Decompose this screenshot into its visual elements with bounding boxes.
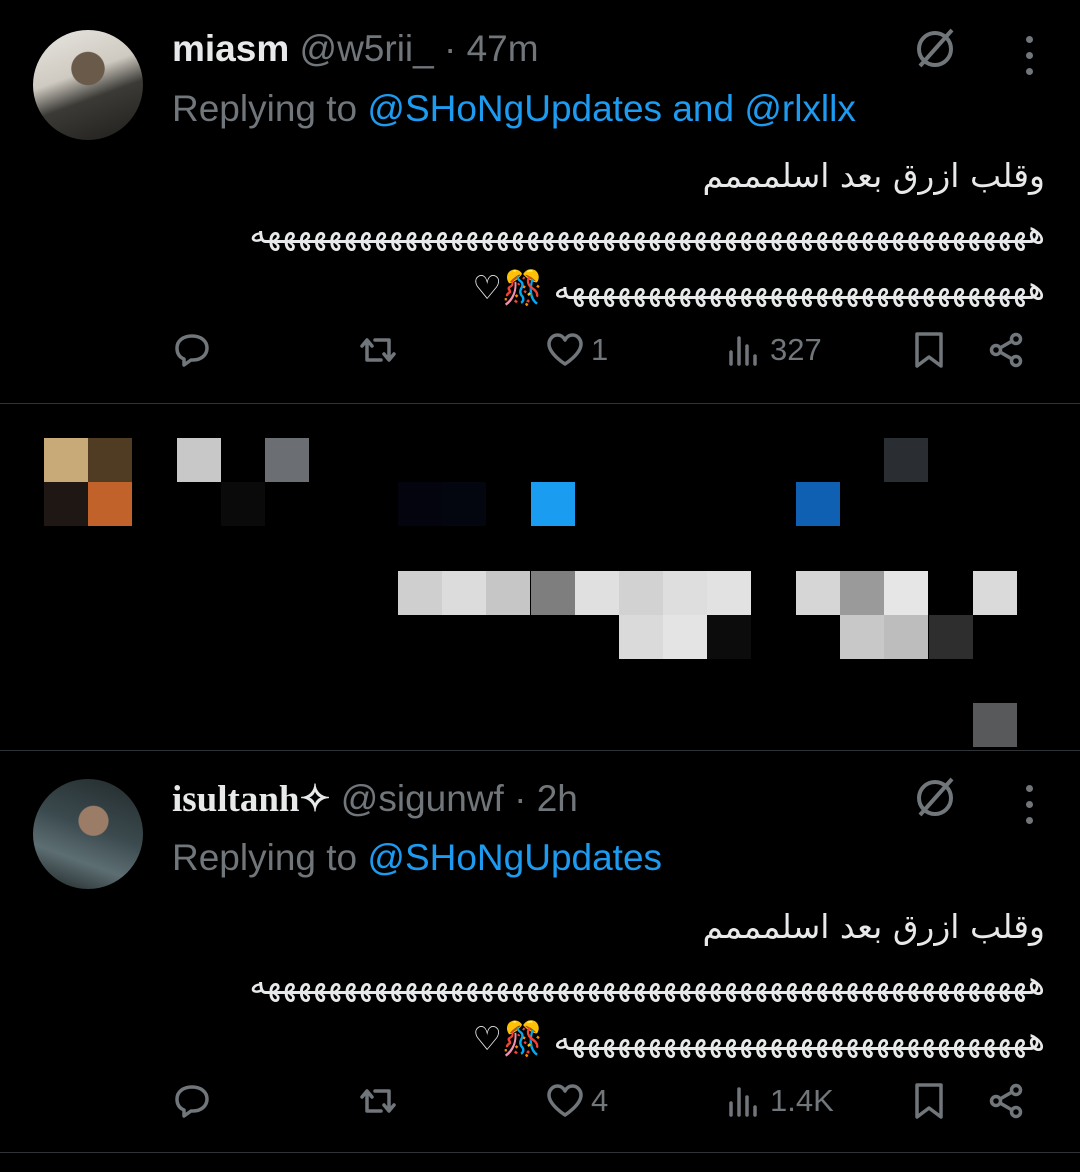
reply-icon — [175, 1085, 209, 1118]
retweet-icon — [360, 338, 396, 362]
view-count: 327 — [770, 332, 822, 367]
heart-icon — [547, 1084, 583, 1117]
views-icon — [729, 1087, 757, 1117]
avatar[interactable] — [33, 30, 143, 140]
pixel-block — [619, 571, 663, 615]
like-count: 4 — [591, 1083, 609, 1118]
tweet-text-line-2: هههههههههههههههههههههههههههههههههههههههه… — [249, 212, 1045, 251]
bookmark-icon — [915, 332, 943, 368]
pixel-block — [663, 615, 707, 659]
tweet-header: miasm @w5rii_ · 47m — [172, 28, 539, 70]
retweet-button[interactable] — [358, 1081, 398, 1121]
tweet-2[interactable]: isultanh✧ @sigunwf · 2h Replying to @SHo… — [0, 751, 1080, 1151]
more-icon[interactable] — [1022, 36, 1036, 80]
tweet-text-line-3: هههههههههههههههههههههههههههههههه 🎊♡ — [472, 268, 1045, 307]
pixel-block — [663, 571, 707, 615]
pixel-block — [44, 438, 88, 482]
pixel-block — [531, 571, 575, 615]
pixel-block — [265, 438, 309, 482]
views-button[interactable]: 1.4K — [724, 1081, 834, 1121]
share-icon — [989, 1083, 1023, 1119]
share-button[interactable] — [986, 1081, 1026, 1121]
tweet-text-line-1: وقلب ازرق بعد اسلمممم — [702, 156, 1045, 195]
pixel-block — [796, 482, 840, 526]
grok-icon[interactable] — [912, 26, 958, 72]
pixel-block — [398, 482, 442, 526]
like-button[interactable]: 1 — [545, 330, 608, 370]
pixel-block — [796, 571, 840, 615]
pixel-block — [884, 571, 928, 615]
views-button[interactable]: 327 — [724, 330, 822, 370]
view-count: 1.4K — [770, 1083, 834, 1118]
timestamp[interactable]: · 47m — [444, 28, 539, 69]
pixel-block — [177, 438, 221, 482]
divider — [0, 1152, 1080, 1153]
replying-to: Replying to @SHoNgUpdates and @rlxllx — [172, 88, 856, 129]
bookmark-button[interactable] — [909, 330, 949, 370]
pixel-block — [531, 482, 575, 526]
handle[interactable]: @w5rii_ — [300, 28, 434, 69]
tweet-header: isultanh✧ @sigunwf · 2h — [172, 777, 578, 821]
pixel-block — [619, 615, 663, 659]
pixel-block — [486, 571, 530, 615]
pixel-block — [884, 438, 928, 482]
pixel-block — [442, 571, 486, 615]
pixel-block — [929, 615, 973, 659]
tweet-text-line-3: هههههههههههههههههههههههههههههههه 🎊♡ — [472, 1019, 1045, 1058]
pixel-block — [88, 438, 132, 482]
pixel-block — [884, 615, 928, 659]
share-icon — [989, 332, 1023, 368]
views-icon — [729, 336, 757, 366]
display-name[interactable]: isultanh✧ — [172, 779, 331, 820]
tweet-text-line-2: هههههههههههههههههههههههههههههههههههههههه… — [249, 963, 1045, 1002]
mention-link[interactable]: @SHoNgUpdates and @rlxllx — [367, 88, 855, 129]
pixel-block — [840, 615, 884, 659]
mention-link[interactable]: @SHoNgUpdates — [367, 837, 662, 878]
pixel-block — [707, 571, 751, 615]
tweet-actions: 1 327 — [0, 330, 1080, 380]
reply-button[interactable] — [172, 330, 212, 370]
display-name[interactable]: miasm — [172, 28, 289, 69]
pixel-block — [707, 615, 751, 659]
retweet-icon — [360, 1089, 396, 1113]
bookmark-icon — [915, 1083, 943, 1119]
like-count: 1 — [591, 332, 609, 367]
bookmark-button[interactable] — [909, 1081, 949, 1121]
replying-to: Replying to @SHoNgUpdates — [172, 837, 663, 878]
pixel-block — [88, 482, 132, 526]
timestamp[interactable]: · 2h — [514, 778, 578, 819]
grok-icon[interactable] — [912, 775, 958, 821]
pixelated-content — [0, 404, 1080, 750]
like-button[interactable]: 4 — [545, 1081, 608, 1121]
handle[interactable]: @sigunwf — [341, 778, 504, 819]
tweet-1[interactable]: miasm @w5rii_ · 47m Replying to @SHoNgUp… — [0, 0, 1080, 402]
pixel-block — [973, 571, 1017, 615]
retweet-button[interactable] — [358, 330, 398, 370]
pixel-block — [398, 571, 442, 615]
avatar[interactable] — [33, 779, 143, 889]
pixel-block — [575, 571, 619, 615]
reply-button[interactable] — [172, 1081, 212, 1121]
more-icon[interactable] — [1022, 785, 1036, 829]
tweet-text-line-1: وقلب ازرق بعد اسلمممم — [702, 907, 1045, 946]
tweet-actions: 4 1.4K — [0, 1081, 1080, 1131]
pixel-block — [973, 703, 1017, 747]
heart-icon — [547, 333, 583, 366]
pixel-block — [442, 482, 486, 526]
reply-icon — [175, 334, 209, 367]
share-button[interactable] — [986, 330, 1026, 370]
pixel-block — [44, 482, 88, 526]
pixel-block — [221, 482, 265, 526]
pixel-block — [840, 571, 884, 615]
